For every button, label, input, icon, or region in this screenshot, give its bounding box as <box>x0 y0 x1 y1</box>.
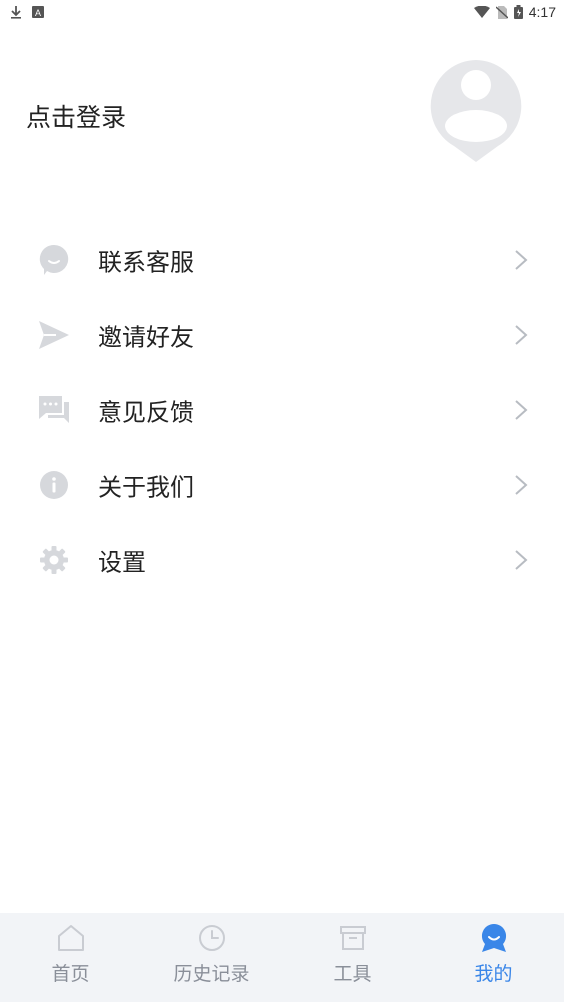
tab-mine[interactable]: 我的 <box>423 913 564 1002</box>
clock-icon <box>198 925 225 951</box>
info-icon <box>38 469 70 501</box>
archive-box-icon <box>339 926 366 950</box>
menu-item-label: 关于我们 <box>98 473 194 501</box>
menu-list: 联系客服 邀请好友 意见反馈 关于我们 设置 <box>0 222 564 597</box>
profile-icon <box>481 923 506 952</box>
status-left: A <box>0 5 44 19</box>
no-sim-icon <box>495 5 508 19</box>
home-icon <box>57 925 84 951</box>
menu-item-label: 设置 <box>98 548 146 576</box>
avatar[interactable] <box>428 58 524 164</box>
status-time: 4:17 <box>528 4 556 20</box>
menu-item-label: 邀请好友 <box>98 323 194 351</box>
chevron-right-icon <box>515 549 528 570</box>
tab-label: 工具 <box>333 963 372 985</box>
menu-item-settings[interactable]: 设置 <box>0 522 564 597</box>
a-badge-icon: A <box>32 6 44 18</box>
menu-item-feedback[interactable]: 意见反馈 <box>0 372 564 447</box>
menu-item-label: 联系客服 <box>98 248 194 276</box>
tab-tools[interactable]: 工具 <box>282 913 423 1002</box>
default-avatar-icon <box>430 60 522 162</box>
chevron-right-icon <box>515 249 528 270</box>
send-icon <box>38 319 70 351</box>
menu-item-about-us[interactable]: 关于我们 <box>0 447 564 522</box>
profile-header: 点击登录 <box>0 24 564 214</box>
tab-home[interactable]: 首页 <box>0 913 141 1002</box>
login-link[interactable]: 点击登录 <box>26 98 126 134</box>
tab-label: 我的 <box>474 963 513 985</box>
chat-bubble-icon <box>38 244 70 276</box>
svg-text:A: A <box>35 8 41 18</box>
chevron-right-icon <box>515 399 528 420</box>
menu-item-label: 意见反馈 <box>98 398 194 426</box>
download-icon <box>11 6 21 19</box>
wifi-icon <box>473 6 490 18</box>
chevron-right-icon <box>515 324 528 345</box>
status-right: 4:17 <box>473 4 564 20</box>
bottom-tab-bar: 首页 历史记录 工具 我的 <box>0 913 564 1002</box>
battery-icon <box>513 5 523 19</box>
feedback-icon <box>38 394 70 426</box>
status-bar: A 4:17 <box>0 0 564 24</box>
tab-label: 首页 <box>51 963 90 985</box>
gear-icon <box>38 544 70 576</box>
chevron-right-icon <box>515 474 528 495</box>
tab-label: 历史记录 <box>173 963 250 985</box>
menu-item-invite-friends[interactable]: 邀请好友 <box>0 297 564 372</box>
menu-item-customer-service[interactable]: 联系客服 <box>0 222 564 297</box>
tab-history[interactable]: 历史记录 <box>141 913 282 1002</box>
